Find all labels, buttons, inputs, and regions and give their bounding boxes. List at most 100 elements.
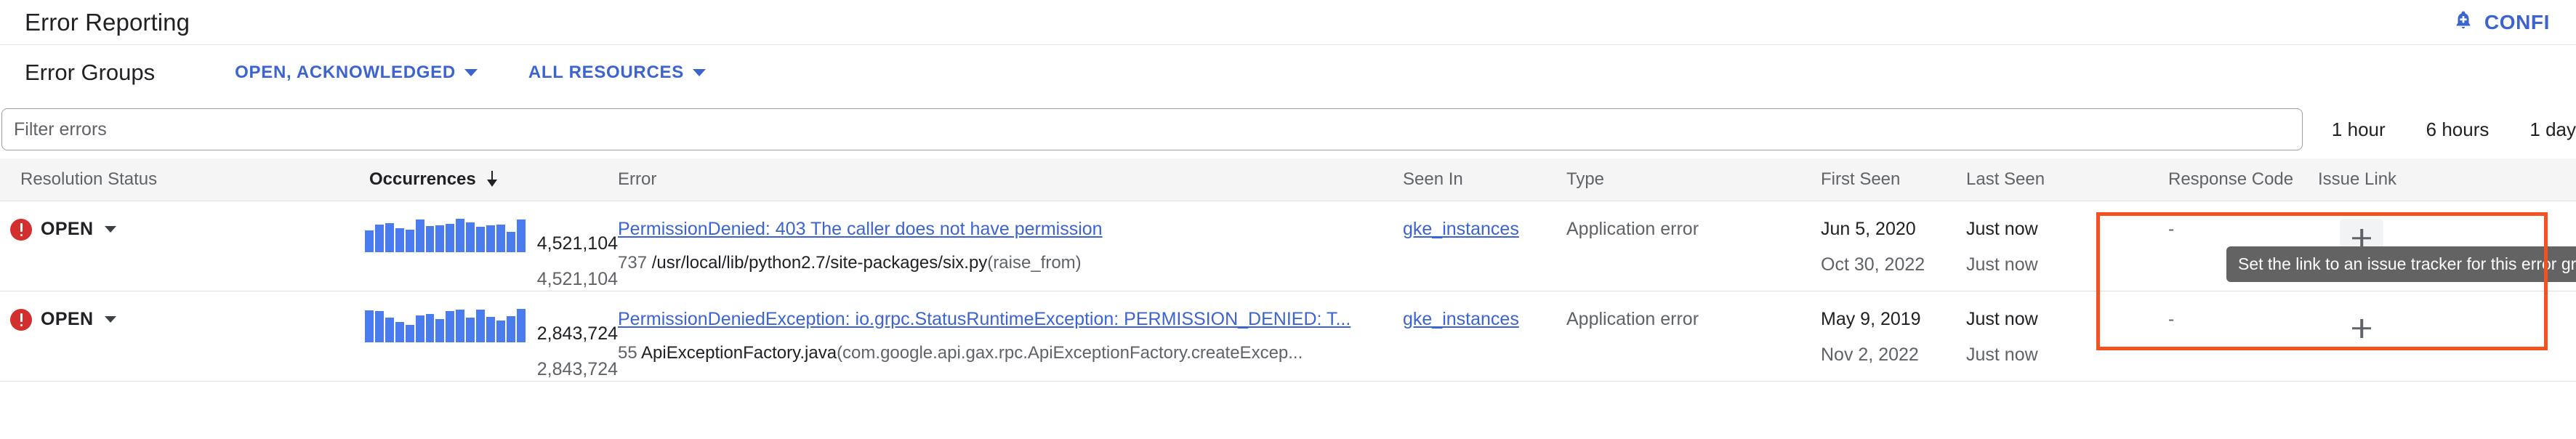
column-header-type[interactable]: Type bbox=[1566, 158, 1821, 201]
time-range-1-hour[interactable]: 1 hour bbox=[2332, 118, 2386, 141]
occurrences-secondary: 4,521,104 bbox=[536, 268, 618, 289]
sparkline-bar bbox=[385, 222, 394, 252]
column-label-error: Error bbox=[618, 169, 657, 189]
cell-seen-in: gke_instances bbox=[1403, 201, 1566, 291]
time-range-6-hours[interactable]: 6 hours bbox=[2426, 118, 2490, 141]
sparkline-bar bbox=[466, 317, 475, 342]
sparkline-bar bbox=[476, 310, 486, 342]
column-label-response-code: Response Code bbox=[2168, 169, 2294, 189]
sparkline-bar bbox=[395, 228, 404, 252]
occurrences-secondary: 2,843,724 bbox=[536, 358, 618, 379]
cell-first-seen: May 9, 2019 Nov 2, 2022 bbox=[1821, 291, 1966, 382]
column-label-occurrences: Occurrences bbox=[369, 169, 476, 189]
status-control[interactable]: OPEN bbox=[10, 218, 182, 241]
cell-type: Application error bbox=[1566, 291, 1821, 382]
app-bar: Error Reporting CONFI bbox=[0, 0, 2576, 45]
column-header-resolution-status[interactable]: Resolution Status bbox=[0, 158, 182, 201]
error-groups-table: Resolution Status Occurrences Error Seen… bbox=[0, 158, 2576, 382]
seen-in-link[interactable]: gke_instances bbox=[1403, 309, 1519, 329]
table-row[interactable]: OPEN 2,843,724 2,843,724 PermissionDenie… bbox=[0, 291, 2576, 382]
sparkline-bar bbox=[496, 224, 505, 252]
sparkline-bar bbox=[365, 230, 374, 252]
status-control[interactable]: OPEN bbox=[10, 308, 182, 331]
column-label-type: Type bbox=[1566, 169, 1605, 189]
column-label-first-seen: First Seen bbox=[1821, 169, 1901, 189]
time-range-1-day[interactable]: 1 day bbox=[2529, 118, 2576, 141]
column-label-last-seen: Last Seen bbox=[1966, 169, 2045, 189]
filter-errors-input[interactable] bbox=[14, 118, 2302, 140]
column-header-seen-in[interactable]: Seen In bbox=[1403, 158, 1566, 201]
response-code-value: - bbox=[2168, 308, 2175, 329]
last-seen-primary: Just now bbox=[1966, 308, 2038, 329]
first-seen-secondary: Oct 30, 2022 bbox=[1821, 254, 1925, 275]
sparkline-bar bbox=[385, 317, 394, 342]
error-location: 55 ApiExceptionFactory.java(com.google.a… bbox=[618, 343, 1403, 363]
error-line-number: 737 bbox=[618, 252, 648, 273]
error-file-path: ApiExceptionFactory.java bbox=[641, 342, 837, 363]
error-title-link[interactable]: PermissionDeniedException: io.grpc.Statu… bbox=[618, 309, 1403, 330]
add-issue-link-button[interactable] bbox=[2340, 309, 2383, 348]
status-filter-label: OPEN, ACKNOWLEDGED bbox=[235, 63, 456, 82]
column-header-error[interactable]: Error bbox=[618, 158, 1403, 201]
sparkline-bar bbox=[516, 308, 526, 342]
cell-seen-in: gke_instances bbox=[1403, 291, 1566, 382]
notifications-add-icon[interactable] bbox=[2452, 9, 2474, 36]
sparkline-bar bbox=[374, 224, 384, 252]
first-seen-primary: Jun 5, 2020 bbox=[1821, 218, 1916, 239]
column-header-last-seen[interactable]: Last Seen bbox=[1966, 158, 2133, 201]
column-header-occurrences[interactable]: Occurrences bbox=[182, 158, 618, 201]
app-bar-actions: CONFI bbox=[2452, 9, 2550, 36]
sparkline-bar bbox=[486, 225, 495, 252]
occurrences-values: 2,843,724 2,843,724 bbox=[537, 309, 618, 380]
cell-last-seen: Just now Just now bbox=[1966, 291, 2133, 382]
status-filter-dropdown[interactable]: OPEN, ACKNOWLEDGED bbox=[235, 63, 478, 83]
last-seen-secondary: Just now bbox=[1966, 254, 2038, 275]
time-range-group: 1 hour 6 hours 1 day bbox=[2332, 118, 2576, 141]
table-row[interactable]: OPEN 4,521,104 4,521,104 PermissionDenie… bbox=[0, 201, 2576, 291]
sparkline-bar bbox=[435, 225, 445, 252]
column-header-response-code[interactable]: Response Code bbox=[2133, 158, 2299, 201]
resource-filter-dropdown[interactable]: ALL RESOURCES bbox=[528, 63, 706, 83]
sparkline-bar bbox=[405, 230, 414, 252]
first-seen-secondary: Nov 2, 2022 bbox=[1821, 344, 1919, 365]
cell-occurrences: 2,843,724 2,843,724 bbox=[182, 291, 618, 382]
column-label-seen-in: Seen In bbox=[1403, 169, 1463, 189]
chevron-down-icon bbox=[105, 226, 117, 233]
sparkline-bar bbox=[446, 223, 455, 252]
sparkline-bar bbox=[395, 321, 404, 342]
cell-response-code: - bbox=[2133, 291, 2299, 382]
cell-type: Application error bbox=[1566, 201, 1821, 291]
resource-filter-label: ALL RESOURCES bbox=[528, 63, 684, 82]
error-location: 737 /usr/local/lib/python2.7/site-packag… bbox=[618, 253, 1403, 273]
sparkline-bar bbox=[456, 310, 465, 342]
seen-in-link[interactable]: gke_instances bbox=[1403, 219, 1519, 239]
column-header-issue-link[interactable]: Issue Link bbox=[2299, 158, 2576, 201]
status-label: OPEN bbox=[41, 309, 94, 329]
occurrences-sparkline bbox=[365, 308, 526, 342]
cell-issue-link: Set the link to an issue tracker for thi… bbox=[2226, 201, 2576, 291]
page-stage: Error Reporting CONFI Error Groups OPEN,… bbox=[0, 0, 2576, 439]
column-label-issue-link: Issue Link bbox=[2318, 169, 2397, 189]
error-file-path: /usr/local/lib/python2.7/site-packages/s… bbox=[651, 252, 988, 273]
sparkline-bar bbox=[446, 311, 455, 342]
sparkline-bar bbox=[456, 218, 465, 252]
last-seen-secondary: Just now bbox=[1966, 344, 2038, 365]
error-title-link[interactable]: PermissionDenied: 403 The caller does no… bbox=[618, 219, 1403, 240]
table-header: Resolution Status Occurrences Error Seen… bbox=[0, 158, 2576, 201]
column-header-first-seen[interactable]: First Seen bbox=[1821, 158, 1966, 201]
filter-errors-box[interactable] bbox=[1, 108, 2303, 150]
response-code-value: - bbox=[2168, 218, 2175, 239]
sparkline-bar bbox=[374, 311, 384, 342]
sparkline-bar bbox=[415, 220, 424, 252]
sparkline-bar bbox=[516, 220, 526, 252]
sparkline-bar bbox=[496, 320, 505, 342]
sparkline-bar bbox=[365, 310, 374, 342]
occurrences-primary: 4,521,104 bbox=[536, 233, 618, 254]
configure-notifications-button[interactable]: CONFI bbox=[2484, 11, 2550, 34]
status-label: OPEN bbox=[41, 219, 94, 239]
error-line-number: 55 bbox=[618, 342, 637, 363]
issue-link-tooltip: Set the link to an issue tracker for thi… bbox=[2226, 246, 2576, 282]
type-label: Application error bbox=[1566, 218, 1699, 239]
cell-error: PermissionDenied: 403 The caller does no… bbox=[618, 201, 1403, 291]
cell-error: PermissionDeniedException: io.grpc.Statu… bbox=[618, 291, 1403, 382]
